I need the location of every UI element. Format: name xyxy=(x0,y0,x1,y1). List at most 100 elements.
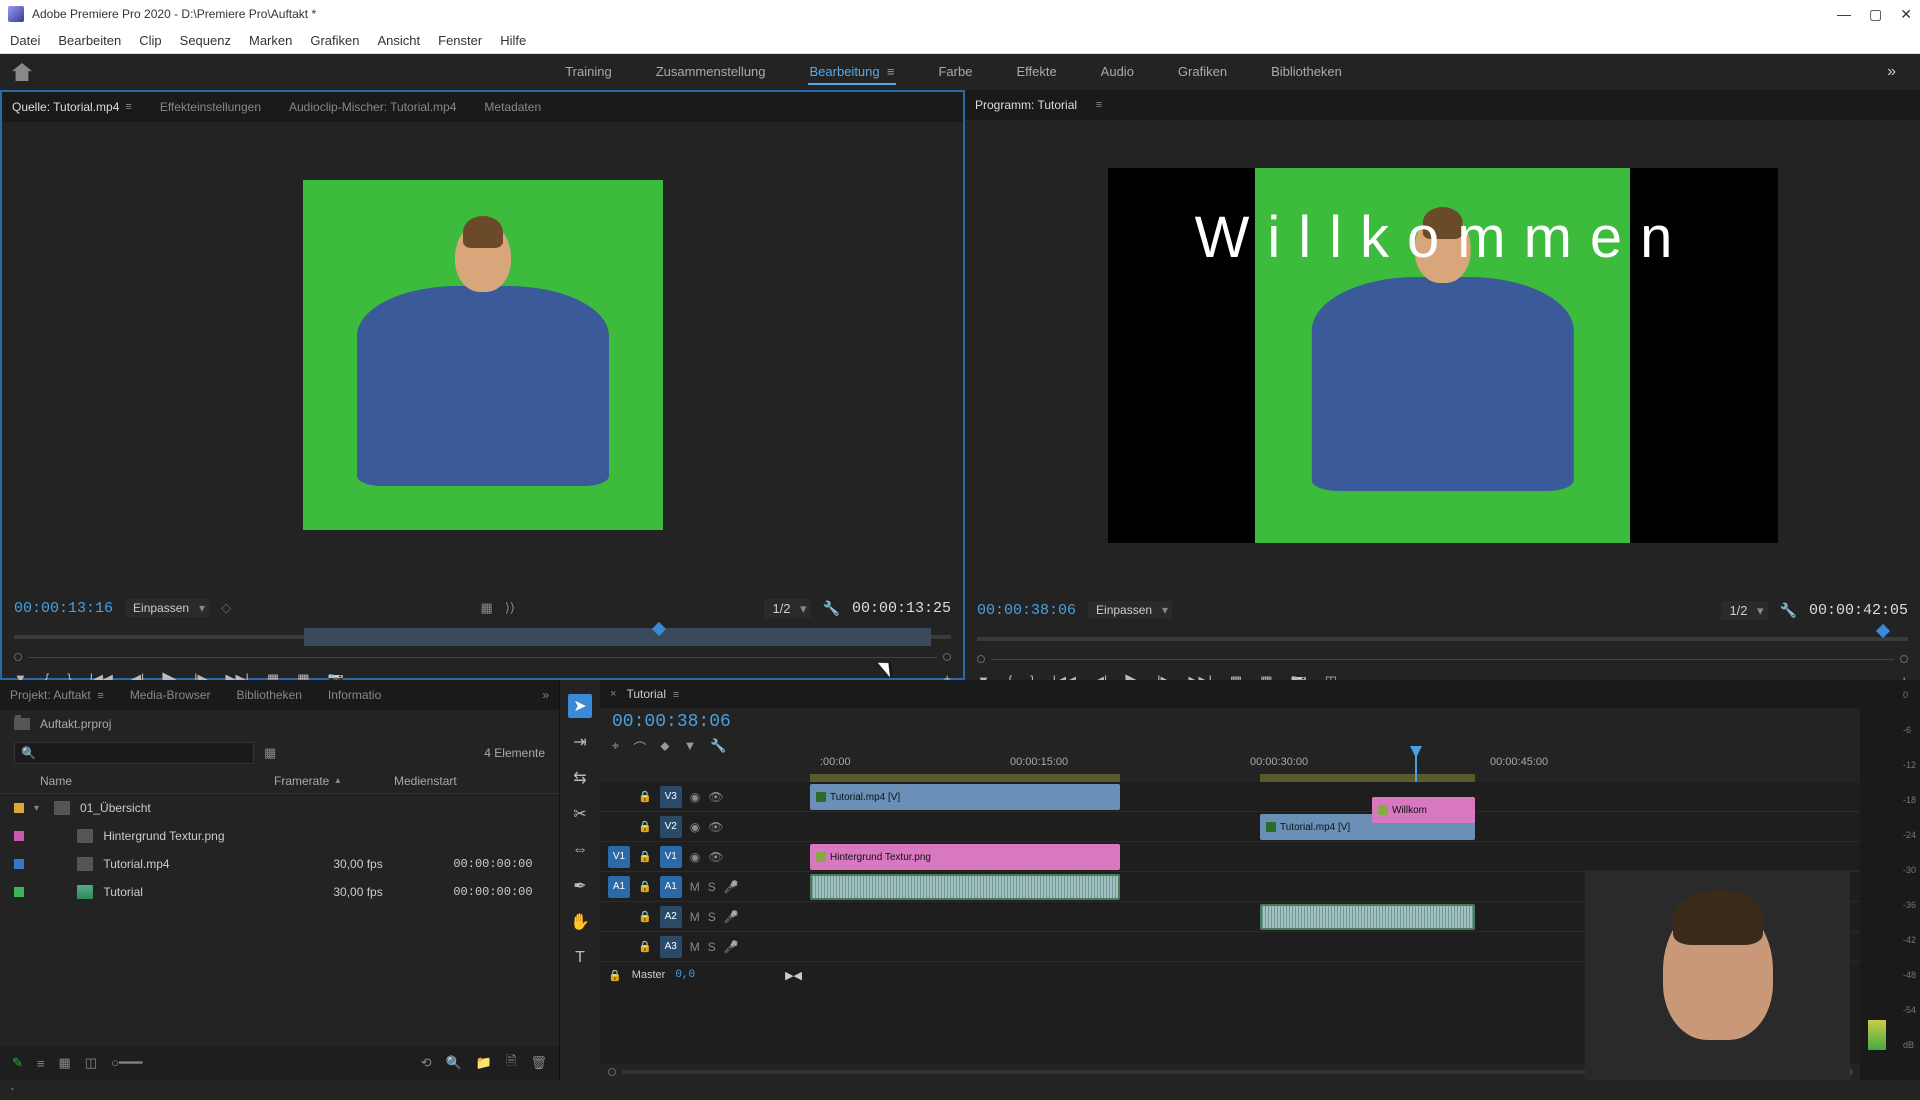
hand-tool-icon[interactable]: ✋ xyxy=(568,910,592,934)
ws-training[interactable]: Training xyxy=(563,60,613,85)
col-name[interactable]: Name xyxy=(14,774,264,788)
footer-find-icon[interactable]: 🔍 xyxy=(446,1055,462,1071)
footer-freeform-icon[interactable]: ◫ xyxy=(85,1055,97,1071)
menu-fenster[interactable]: Fenster xyxy=(438,33,482,48)
close-seq-icon[interactable]: × xyxy=(610,688,616,700)
tab-metadaten[interactable]: Metadaten xyxy=(484,100,541,114)
tl-add-marker-icon[interactable]: ▼ xyxy=(683,738,696,757)
menu-datei[interactable]: Datei xyxy=(10,33,40,48)
home-icon[interactable] xyxy=(12,63,32,81)
project-item[interactable]: Hintergrund Textur.png xyxy=(0,822,559,850)
tab-quelle[interactable]: Quelle: Tutorial.mp4≡ xyxy=(12,100,132,114)
program-timecode[interactable]: 00:00:38:06 xyxy=(977,602,1076,619)
source-viewer[interactable] xyxy=(2,122,963,588)
snap-icon[interactable]: ⌖ xyxy=(612,738,619,757)
ws-zusammenstellung[interactable]: Zusammenstellung xyxy=(654,60,768,85)
track-header-a1[interactable]: A1🔒A1MS🎤 xyxy=(600,872,810,902)
col-medienstart[interactable]: Medienstart xyxy=(394,774,545,788)
ws-bearbeitung[interactable]: Bearbeitung ≡ xyxy=(808,60,897,85)
safe-margin-icon[interactable]: ◇ xyxy=(221,600,231,616)
ws-bibliotheken[interactable]: Bibliotheken xyxy=(1269,60,1344,85)
menu-grafiken[interactable]: Grafiken xyxy=(310,33,359,48)
razor-tool-icon[interactable]: ✂ xyxy=(568,802,592,826)
maximize-btn[interactable]: ▢ xyxy=(1869,6,1882,23)
track-v2[interactable]: Willkom Tutorial.mp4 [V] xyxy=(810,812,1860,842)
ws-farbe[interactable]: Farbe xyxy=(936,60,974,85)
track-header-master[interactable]: 🔒Master0,0▶◀ xyxy=(600,962,810,988)
tab-effekteinstellungen[interactable]: Effekteinstellungen xyxy=(160,100,261,114)
footer-zoom-slider[interactable]: ○━━━ xyxy=(111,1055,142,1071)
sequence-tab[interactable]: Tutorial ≡ xyxy=(626,687,679,701)
marker-icon[interactable]: ⬥ xyxy=(660,738,669,757)
nav-start[interactable] xyxy=(14,653,22,661)
footer-pencil-icon[interactable]: ✎ xyxy=(12,1055,23,1071)
menu-bearbeiten[interactable]: Bearbeiten xyxy=(58,33,121,48)
more-workspaces-icon[interactable]: » xyxy=(1875,63,1908,81)
menu-sequenz[interactable]: Sequenz xyxy=(180,33,231,48)
ws-audio[interactable]: Audio xyxy=(1099,60,1136,85)
clip-v3-tutorial[interactable]: Tutorial.mp4 [V] xyxy=(810,784,1120,810)
prog-nav-end[interactable] xyxy=(1900,655,1908,663)
prog-nav-start[interactable] xyxy=(977,655,985,663)
clip-a1-audio[interactable] xyxy=(810,874,1120,900)
footer-auto-icon[interactable]: ⟲ xyxy=(421,1055,432,1071)
menu-clip[interactable]: Clip xyxy=(139,33,161,48)
tl-settings-icon[interactable]: 🔧 xyxy=(710,738,726,757)
track-header-a3[interactable]: 🔒A3MS🎤 xyxy=(600,932,810,962)
program-zoom-select[interactable]: Einpassen xyxy=(1088,601,1172,619)
track-header-a2[interactable]: 🔒A2MS🎤 xyxy=(600,902,810,932)
footer-new-item-icon[interactable]: 🗎 xyxy=(506,1052,516,1074)
program-viewer[interactable]: Willkommen xyxy=(965,120,1920,590)
project-item[interactable]: Tutorial.mp430,00 fps00:00:00:00 xyxy=(0,850,559,878)
ws-effekte[interactable]: Effekte xyxy=(1014,60,1058,85)
pen-tool-icon[interactable]: ✒ xyxy=(568,874,592,898)
tab-informationen[interactable]: Informatio xyxy=(328,688,381,702)
menu-marken[interactable]: Marken xyxy=(249,33,292,48)
nav-end[interactable] xyxy=(943,653,951,661)
ws-grafiken[interactable]: Grafiken xyxy=(1176,60,1229,85)
track-v1[interactable]: Hintergrund Textur.png xyxy=(810,842,1860,872)
footer-list-view-icon[interactable]: ≡ xyxy=(37,1056,45,1071)
col-framerate[interactable]: Framerate▴ xyxy=(274,774,384,788)
footer-icon-view-icon[interactable]: ▦ xyxy=(59,1055,71,1071)
more-tabs-icon[interactable]: » xyxy=(542,688,549,702)
drag-audio-icon[interactable]: ⟩⟩ xyxy=(505,600,515,616)
source-zoom-select[interactable]: Einpassen xyxy=(125,599,209,617)
timeline-timecode[interactable]: 00:00:38:06 xyxy=(612,712,731,732)
ripple-tool-icon[interactable]: ⇆ xyxy=(568,766,592,790)
clip-a2-audio[interactable] xyxy=(1260,904,1475,930)
project-item[interactable]: ▾01_Übersicht xyxy=(0,794,559,822)
new-bin-icon[interactable]: ▦ xyxy=(264,745,276,761)
source-scrub-bar[interactable] xyxy=(14,626,951,648)
clip-v2-willkom[interactable]: Willkom xyxy=(1372,797,1475,823)
clip-v1-hintergrund[interactable]: Hintergrund Textur.png xyxy=(810,844,1120,870)
program-scrub-bar[interactable] xyxy=(977,628,1908,650)
type-tool-icon[interactable]: T xyxy=(568,946,592,970)
linked-sel-icon[interactable]: ⌒ xyxy=(633,738,646,757)
source-settings-icon[interactable]: 🔧 xyxy=(823,600,840,617)
program-settings-icon[interactable]: 🔧 xyxy=(1780,602,1797,619)
timeline-ruler[interactable]: :00:00 00:00:15:00 00:00:30:00 00:00:45:… xyxy=(810,756,1860,782)
footer-delete-icon[interactable]: 🗑 xyxy=(530,1055,547,1071)
track-header-v2[interactable]: 🔒V2◉👁 xyxy=(600,812,810,842)
slip-tool-icon[interactable]: ⇔ xyxy=(568,838,592,862)
source-timecode[interactable]: 00:00:13:16 xyxy=(14,600,113,617)
tab-media-browser[interactable]: Media-Browser xyxy=(130,688,211,702)
tab-bibliotheken[interactable]: Bibliotheken xyxy=(237,688,302,702)
project-item[interactable]: Tutorial30,00 fps00:00:00:00 xyxy=(0,878,559,906)
tab-projekt[interactable]: Projekt: Auftakt ≡ xyxy=(10,688,104,702)
program-res-select[interactable]: 1/2 xyxy=(1721,601,1767,620)
menu-ansicht[interactable]: Ansicht xyxy=(377,33,420,48)
minimize-btn[interactable]: — xyxy=(1837,6,1851,23)
source-res-select[interactable]: 1/2 xyxy=(764,599,810,618)
project-search-input[interactable]: 🔍 xyxy=(14,742,254,764)
menu-hilfe[interactable]: Hilfe xyxy=(500,33,526,48)
track-select-tool-icon[interactable]: ⇥ xyxy=(568,730,592,754)
track-v3[interactable]: Tutorial.mp4 [V] xyxy=(810,782,1860,812)
selection-tool-icon[interactable]: ➤ xyxy=(568,694,592,718)
close-btn[interactable]: ✕ xyxy=(1900,6,1912,23)
track-header-v3[interactable]: 🔒V3◉👁 xyxy=(600,782,810,812)
tab-programm[interactable]: Programm: Tutorial ≡ xyxy=(975,98,1102,112)
footer-new-bin-icon[interactable]: 📁 xyxy=(476,1055,492,1071)
track-header-v1[interactable]: V1🔒V1◉👁 xyxy=(600,842,810,872)
